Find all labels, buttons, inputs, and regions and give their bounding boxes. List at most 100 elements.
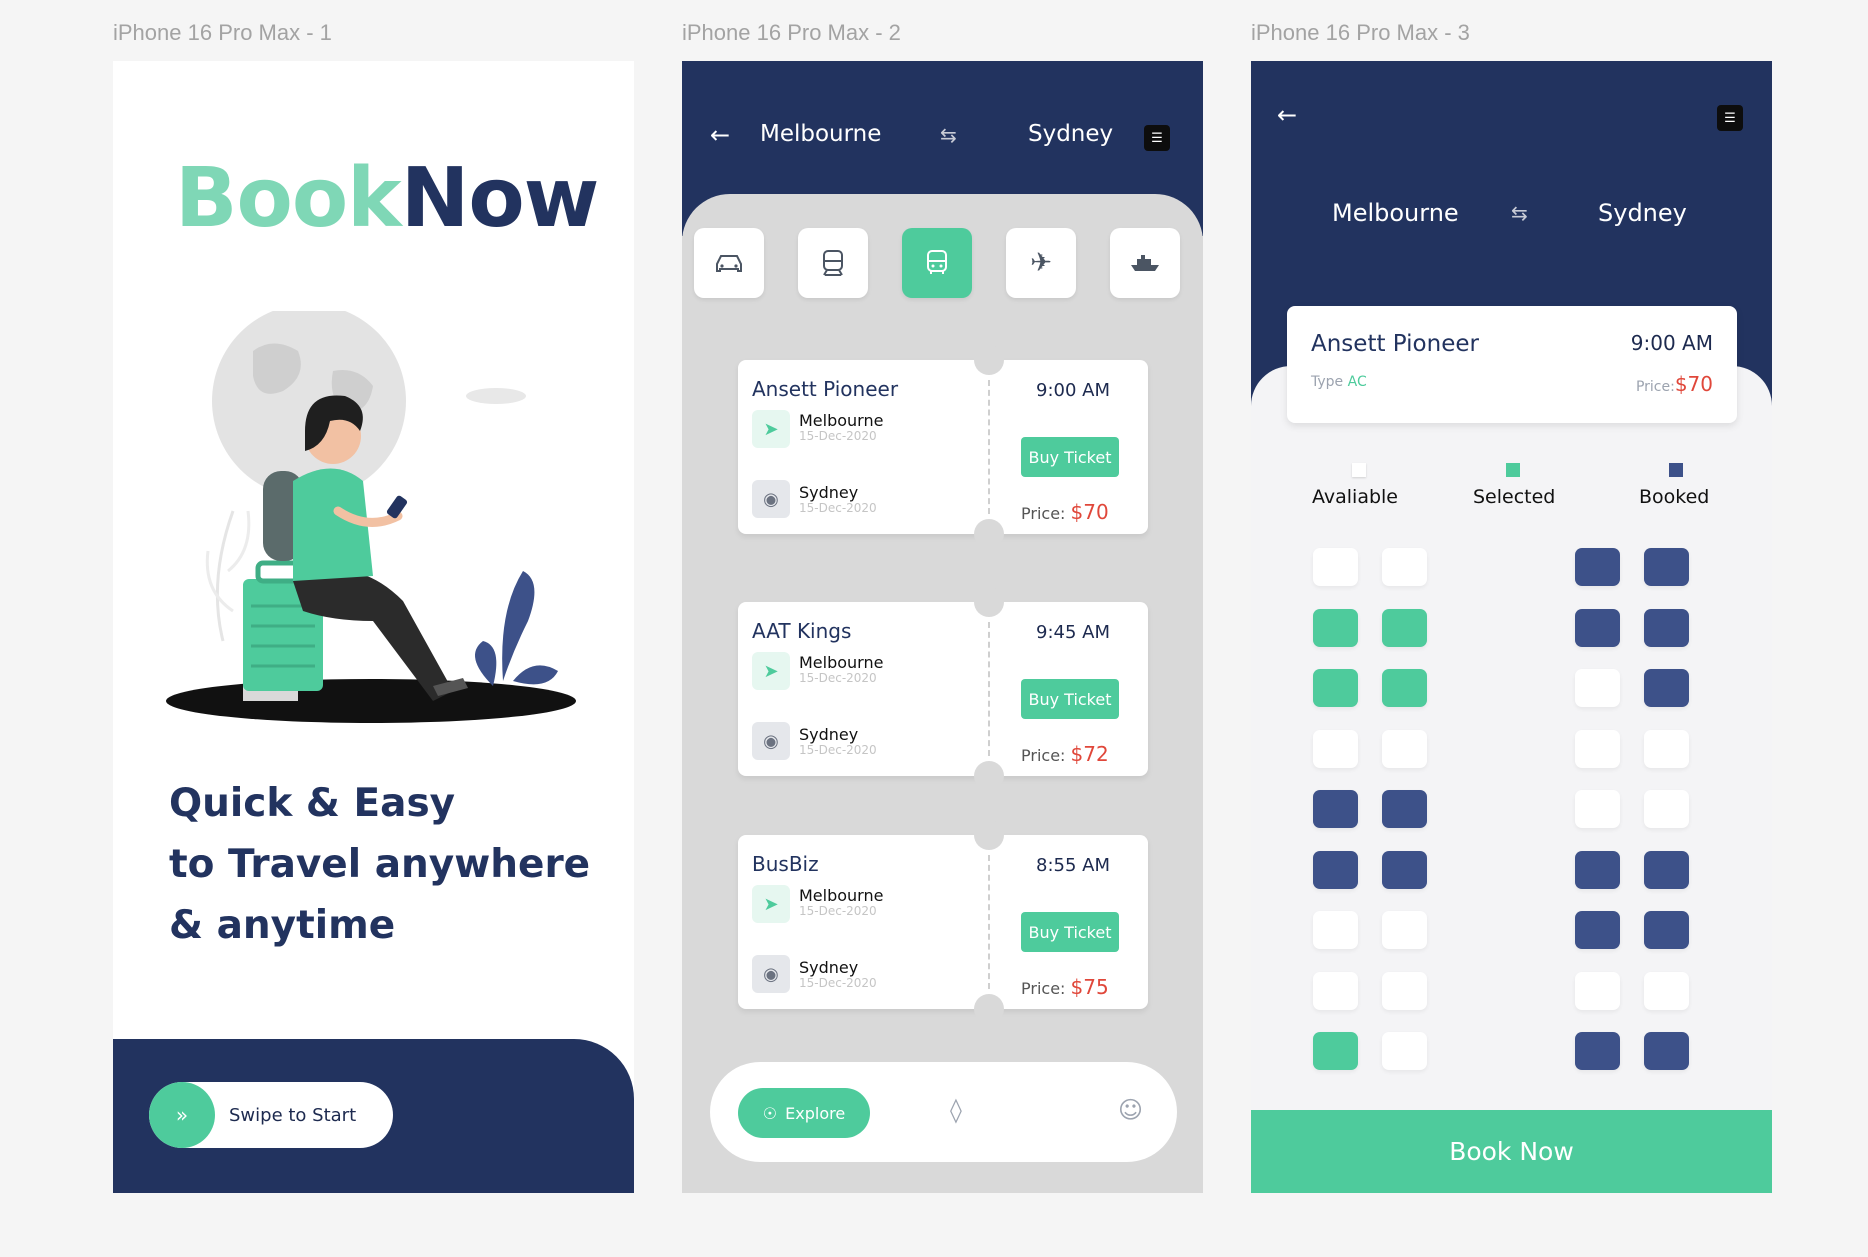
to-date: 15-Dec-2020 — [799, 976, 877, 990]
seat[interactable] — [1313, 669, 1358, 707]
bus-type: Type AC — [1311, 374, 1367, 390]
seat — [1644, 548, 1689, 586]
brand-logo: BookNow — [175, 151, 600, 246]
seat — [1382, 790, 1427, 828]
ticket-divider — [988, 380, 990, 514]
explore-tab[interactable]: ☉ Explore — [738, 1088, 870, 1138]
mode-ship-button[interactable] — [1110, 228, 1180, 298]
tagline-line-2: to Travel anywhere — [169, 842, 591, 887]
ticket-divider — [988, 855, 990, 989]
ticket-notch-top — [974, 820, 1004, 850]
operator-name: Ansett Pioneer — [752, 377, 899, 401]
seat — [1382, 851, 1427, 889]
book-now-button[interactable]: Book Now — [1251, 1110, 1772, 1193]
buy-ticket-button[interactable]: Buy Ticket — [1021, 437, 1119, 477]
seat — [1644, 851, 1689, 889]
mode-plane-button[interactable]: ✈ — [1006, 228, 1076, 298]
from-city: Melbourne — [799, 653, 884, 672]
seat[interactable] — [1313, 730, 1358, 768]
seat[interactable] — [1644, 790, 1689, 828]
brand-part-1: Book — [175, 151, 402, 246]
brand-part-2: Now — [400, 151, 600, 246]
trip-price: Price:$70 — [1636, 372, 1713, 396]
seat[interactable] — [1575, 790, 1620, 828]
filter-icon[interactable]: ☰ — [1144, 125, 1170, 151]
seat[interactable] — [1382, 730, 1427, 768]
ship-icon — [1131, 255, 1159, 271]
seat[interactable] — [1313, 609, 1358, 647]
seat-selection-screen: ← ☰ Melbourne ⇆ Sydney Ansett Pioneer 9:… — [1251, 61, 1772, 1193]
price-label: Price: — [1635, 379, 1675, 395]
plane-icon: ✈ — [1030, 248, 1052, 278]
seat[interactable] — [1382, 911, 1427, 949]
seat — [1313, 790, 1358, 828]
filter-icon[interactable]: ☰ — [1717, 105, 1743, 131]
legend-selected: Selected — [1473, 486, 1556, 508]
seat[interactable] — [1382, 548, 1427, 586]
seat[interactable] — [1644, 972, 1689, 1010]
to-date: 15-Dec-2020 — [799, 743, 877, 757]
seat[interactable] — [1382, 972, 1427, 1010]
seat[interactable] — [1313, 548, 1358, 586]
back-arrow-icon[interactable]: ← — [1277, 101, 1297, 129]
seat[interactable] — [1575, 669, 1620, 707]
traveler-illustration — [166, 311, 576, 723]
swipe-knob[interactable]: » — [149, 1082, 215, 1148]
location-pin-icon: ◉ — [752, 955, 790, 993]
buy-ticket-button[interactable]: Buy Ticket — [1021, 679, 1119, 719]
train-icon — [823, 250, 843, 276]
ticket-price: Price: $70 — [1021, 500, 1109, 524]
seat[interactable] — [1575, 972, 1620, 1010]
seat — [1644, 669, 1689, 707]
ticket-icon[interactable]: ◊ — [950, 1096, 962, 1124]
mode-bus-button[interactable] — [902, 228, 972, 298]
ticket-notch-bottom — [974, 994, 1004, 1024]
mode-train-button[interactable] — [798, 228, 868, 298]
seat — [1575, 609, 1620, 647]
ticket-price: Price: $75 — [1021, 975, 1109, 999]
price-value: $70 — [1674, 372, 1713, 396]
from-date: 15-Dec-2020 — [799, 904, 877, 918]
price-value: $75 — [1070, 975, 1109, 999]
seat[interactable] — [1644, 730, 1689, 768]
seat — [1313, 851, 1358, 889]
seat[interactable] — [1382, 609, 1427, 647]
ticket-notch-top — [974, 587, 1004, 617]
departure-time: 8:55 AM — [1036, 855, 1110, 876]
location-pin-icon: ◉ — [752, 722, 790, 760]
operator-name: AAT Kings — [752, 619, 852, 643]
seat[interactable] — [1575, 730, 1620, 768]
origin-city: Melbourne — [760, 121, 882, 147]
swap-icon[interactable]: ⇆ — [940, 123, 957, 147]
departure-time: 9:00 AM — [1630, 331, 1713, 355]
seat[interactable] — [1313, 911, 1358, 949]
price-label: Price: — [1021, 746, 1066, 765]
seat[interactable] — [1313, 972, 1358, 1010]
double-chevron-right-icon: » — [175, 1103, 189, 1127]
mode-car-button[interactable] — [694, 228, 764, 298]
ticket-card[interactable]: BusBiz 8:55 AM ➤ Melbourne 15-Dec-2020 ◉… — [738, 820, 1148, 1024]
navigation-arrow-icon: ➤ — [752, 410, 790, 448]
frame-label-3: iPhone 16 Pro Max - 3 — [1251, 20, 1470, 45]
seat[interactable] — [1382, 1032, 1427, 1070]
back-arrow-icon[interactable]: ← — [710, 121, 730, 149]
ticket-price: Price: $72 — [1021, 742, 1109, 766]
type-value: AC — [1347, 374, 1367, 390]
legend-booked: Booked — [1639, 486, 1710, 508]
ticket-card[interactable]: AAT Kings 9:45 AM ➤ Melbourne 15-Dec-202… — [738, 587, 1148, 791]
to-city: Sydney — [799, 725, 859, 744]
user-icon[interactable]: ☺ — [1118, 1096, 1143, 1124]
ticket-notch-top — [974, 345, 1004, 375]
destination-city: Sydney — [1598, 199, 1687, 227]
swipe-label: Swipe to Start — [229, 1104, 357, 1126]
seat[interactable] — [1313, 1032, 1358, 1070]
ticket-card[interactable]: Ansett Pioneer 9:00 AM ➤ Melbourne 15-De… — [738, 345, 1148, 549]
destination-city: Sydney — [1028, 121, 1114, 147]
swap-icon[interactable]: ⇆ — [1511, 201, 1528, 225]
operator-name: BusBiz — [752, 852, 819, 876]
frame-label-1: iPhone 16 Pro Max - 1 — [113, 20, 332, 45]
buy-ticket-button[interactable]: Buy Ticket — [1021, 912, 1119, 952]
seat[interactable] — [1382, 669, 1427, 707]
swipe-to-start-slider[interactable]: » Swipe to Start — [149, 1082, 393, 1148]
ticket-notch-bottom — [974, 519, 1004, 549]
